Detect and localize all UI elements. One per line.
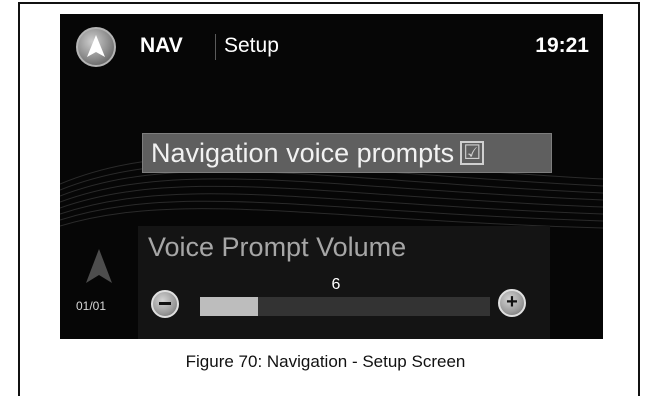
- voice-prompts-toggle[interactable]: Navigation voice prompts ☑: [142, 133, 552, 173]
- volume-slider[interactable]: [200, 297, 490, 316]
- frame-right-border: [638, 2, 640, 396]
- volume-slider-fill: [200, 297, 258, 316]
- voice-prompts-checkbox[interactable]: ☑: [460, 141, 485, 165]
- navigation-compass-icon[interactable]: [76, 27, 116, 67]
- title-divider: [215, 34, 216, 60]
- voice-prompts-label: Navigation voice prompts: [151, 137, 455, 168]
- page-counter: 01/01: [76, 299, 107, 313]
- voice-volume-value: 6: [331, 276, 341, 293]
- voice-volume-label: Voice Prompt Volume: [148, 232, 407, 262]
- infotainment-screen: NAV Setup 19:21 Navigation voice prompts…: [60, 14, 603, 339]
- page-title: Setup: [224, 34, 279, 57]
- frame-left-border: [18, 2, 20, 396]
- clock: 19:21: [535, 34, 589, 57]
- voice-volume-panel: Voice Prompt Volume 6: [138, 226, 550, 339]
- frame-top-border: [18, 2, 638, 4]
- plus-icon: +: [506, 291, 518, 313]
- volume-decrease-button[interactable]: [151, 290, 179, 318]
- app-label[interactable]: NAV: [140, 34, 183, 58]
- figure-caption: Figure 70: Navigation - Setup Screen: [185, 352, 466, 371]
- direction-arrow-icon: [86, 249, 112, 283]
- volume-increase-button[interactable]: +: [498, 289, 526, 317]
- minus-icon: [153, 292, 177, 316]
